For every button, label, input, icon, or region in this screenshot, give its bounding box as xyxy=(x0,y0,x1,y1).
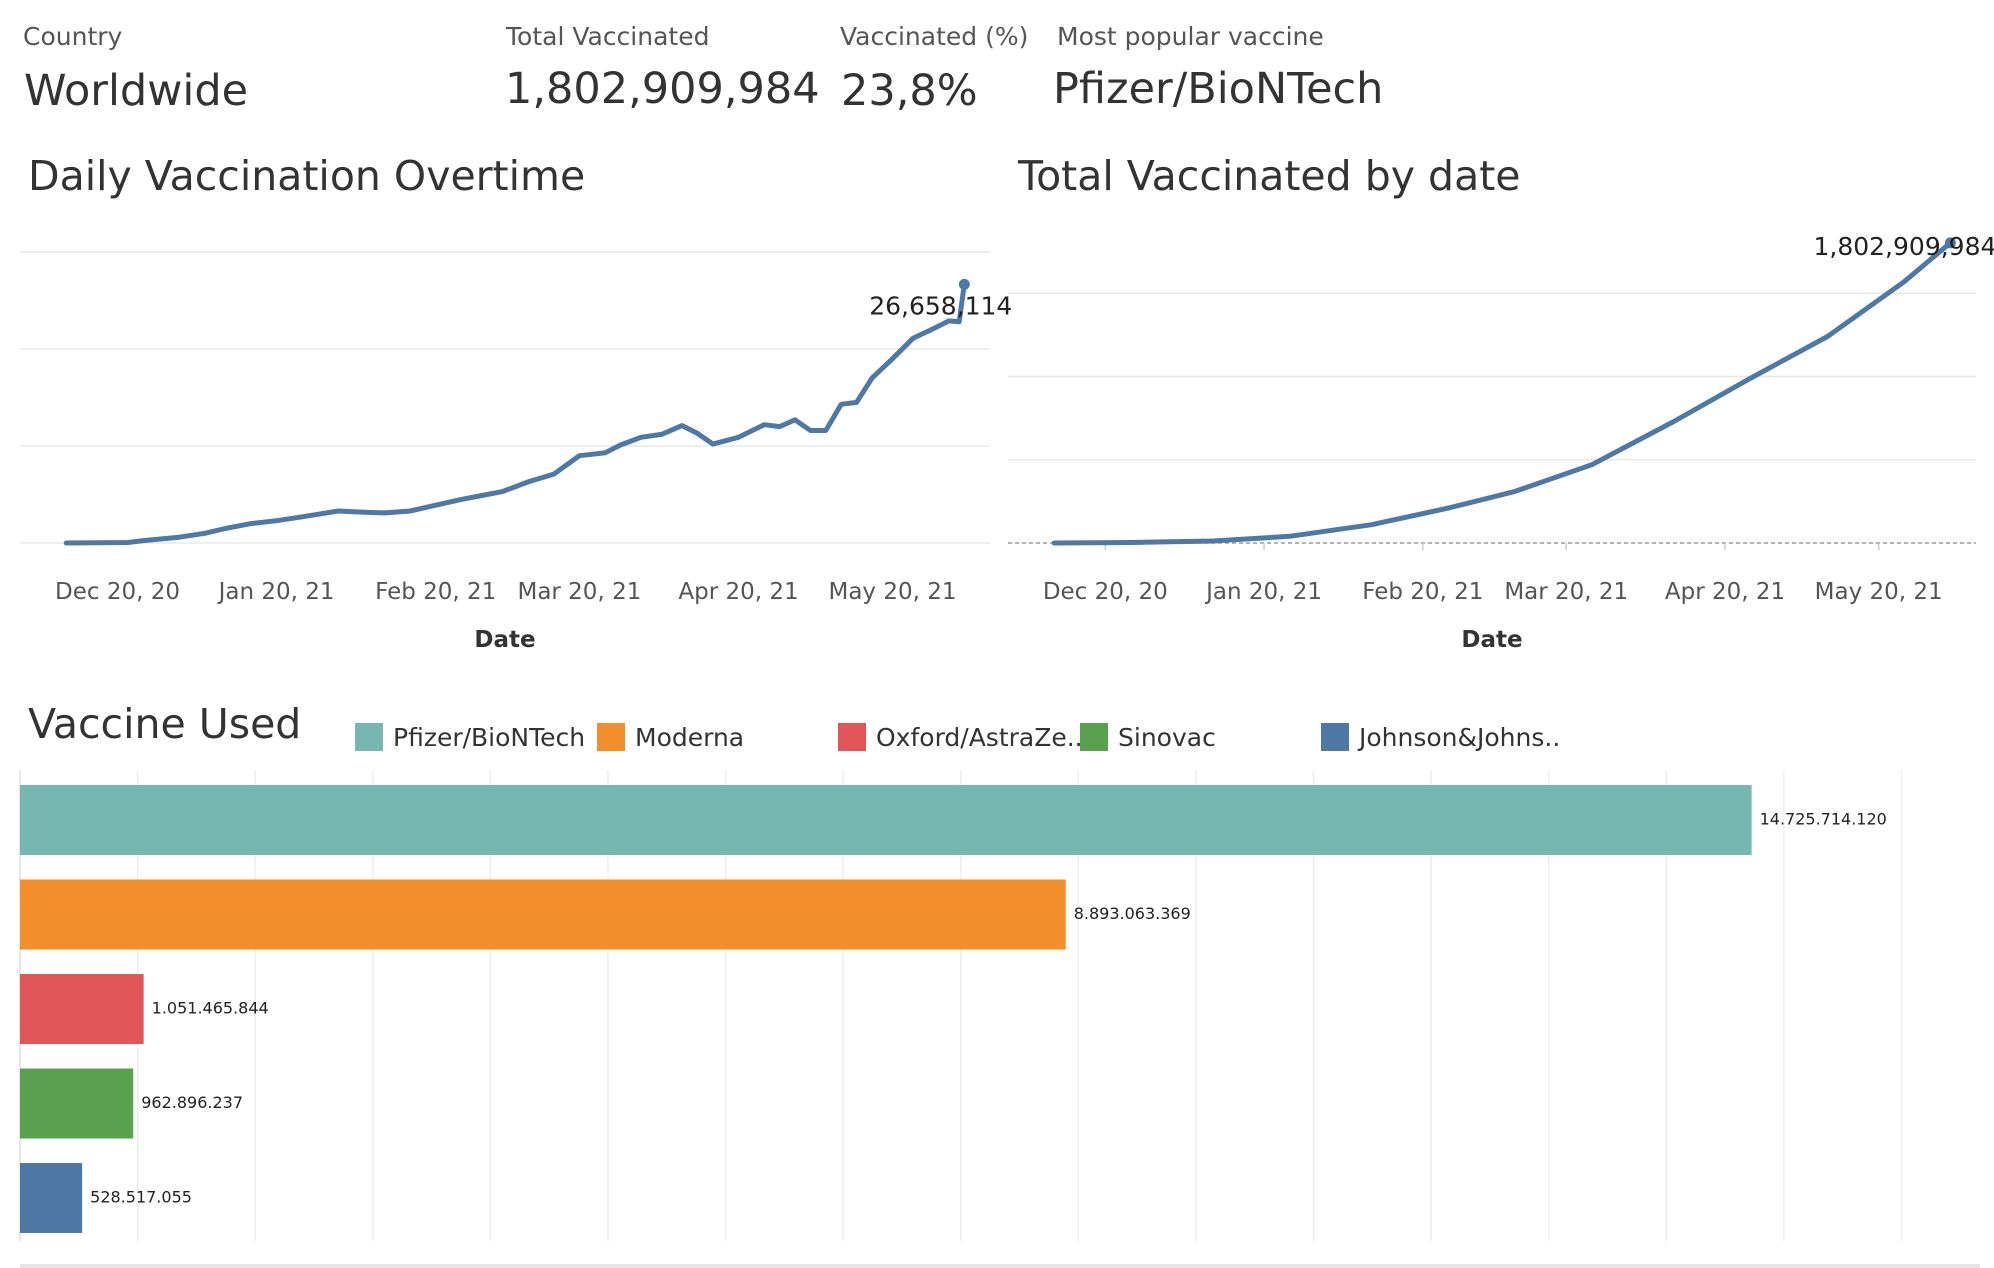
x-tick-label: Feb 20, 21 xyxy=(375,579,496,605)
x-tick-label: Jan 20, 21 xyxy=(1204,579,1322,605)
horizontal-scrollbar[interactable] xyxy=(20,1264,1980,1268)
series-line xyxy=(1051,240,1953,546)
x-tick-label: May 20, 21 xyxy=(828,579,956,605)
bar-value-label-johnson: 528.517.055 xyxy=(90,1188,192,1207)
dashboard-charts: Dec 20, 20 Jan 20, 21 Feb 20, 21 Mar 20, 21… xyxy=(19,232,1994,1241)
x-tick-label: May 20, 21 xyxy=(1815,579,1943,605)
x-tick-label: Apr 20, 21 xyxy=(1665,579,1785,605)
x-tick-label: Mar 20, 21 xyxy=(1504,579,1628,605)
x-tick-label: Jan 20, 21 xyxy=(217,579,335,605)
x-tick-label: Feb 20, 21 xyxy=(1362,579,1483,605)
bar-moderna xyxy=(20,879,1066,950)
series-end-label: 1,802,909,984 xyxy=(1813,232,1994,261)
bar-sinovac xyxy=(20,1068,134,1139)
bar-value-label-oxford: 1.051.465.844 xyxy=(152,999,269,1018)
series-line xyxy=(63,281,967,546)
x-tick-label: Mar 20, 21 xyxy=(517,579,641,605)
bar-value-label-pfizer: 14.725.714.120 xyxy=(1760,810,1887,829)
series-end-label: 26,658,114 xyxy=(869,291,1012,320)
bar-value-label-sinovac: 962.896.237 xyxy=(141,1093,243,1112)
x-tick-label: Dec 20, 20 xyxy=(55,579,180,605)
bar-value-label-moderna: 8.893.063.369 xyxy=(1074,904,1191,923)
x-axis-title: Date xyxy=(474,627,535,653)
bar-pfizer xyxy=(20,785,1752,855)
bar-johnson xyxy=(20,1163,83,1233)
x-tick-label: Dec 20, 20 xyxy=(1043,579,1168,605)
x-axis-title: Date xyxy=(1461,627,1522,653)
bar-oxford xyxy=(20,974,144,1044)
x-tick-label: Apr 20, 21 xyxy=(678,579,798,605)
series-end-point xyxy=(958,278,970,290)
